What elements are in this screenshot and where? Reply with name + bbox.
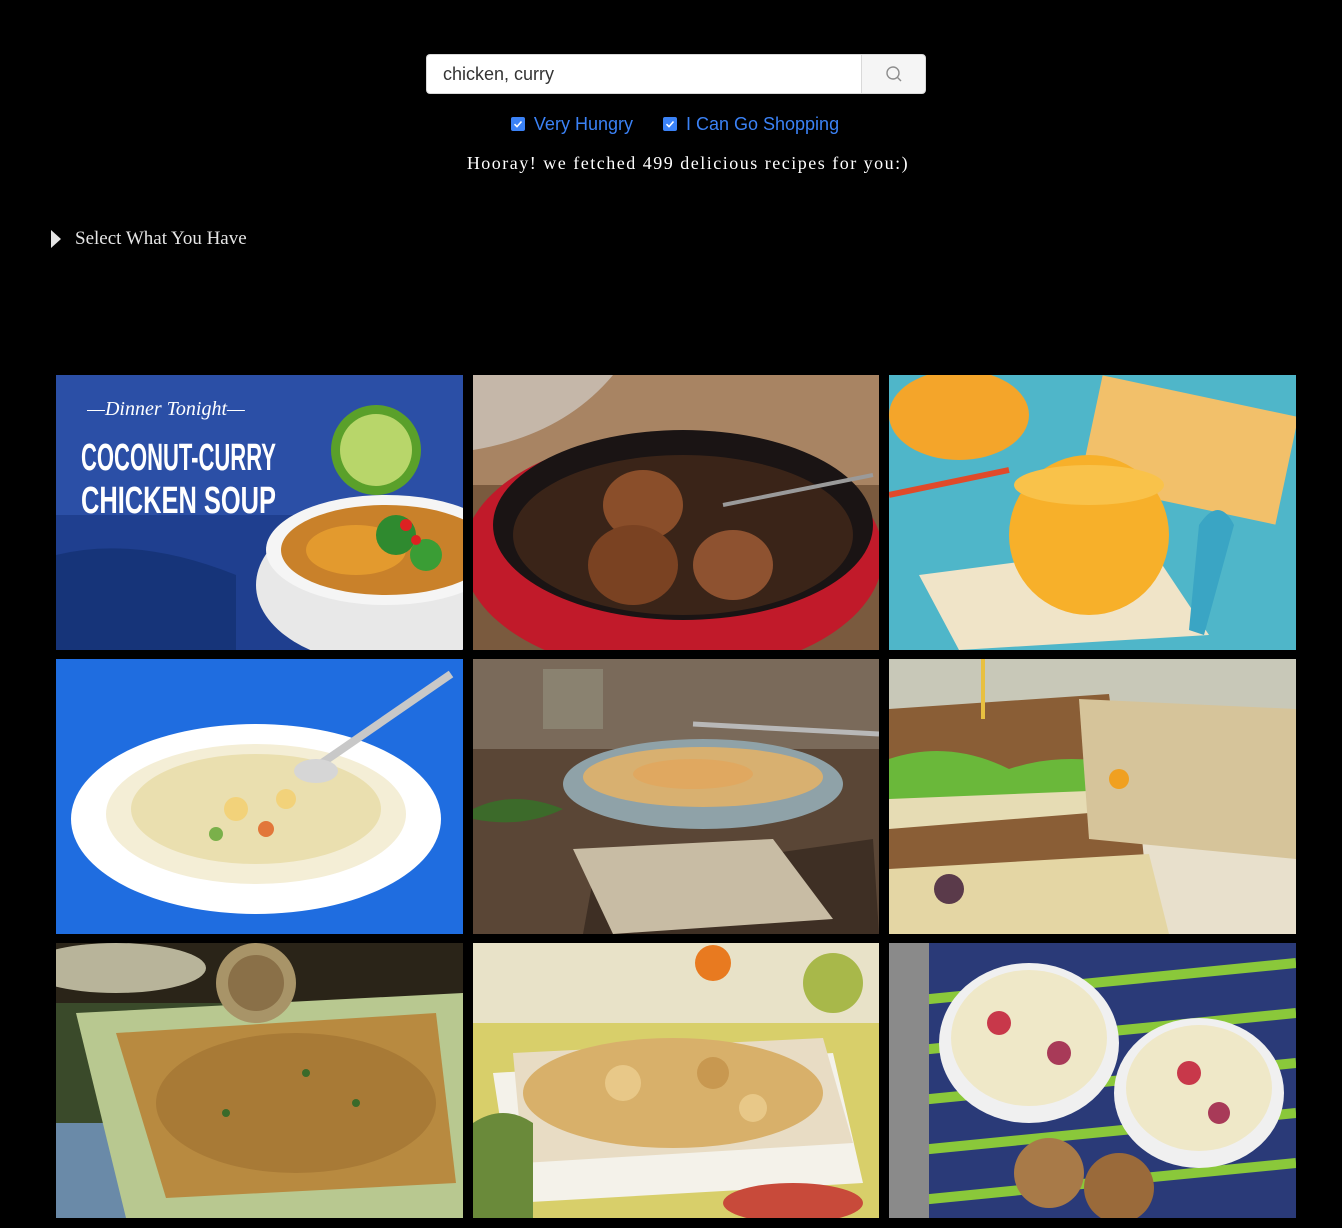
recipe-image [473, 375, 879, 650]
select-what-you-have-label: Select What You Have [75, 228, 247, 249]
recipe-card[interactable]: —Dinner Tonight— COCONUT-CURRY CHICKEN S… [56, 375, 463, 650]
recipe-image [889, 659, 1296, 934]
recipe-card[interactable] [889, 375, 1296, 650]
filter-options: Very Hungry I Can Go Shopping [0, 112, 1342, 136]
recipe-card[interactable] [473, 375, 879, 650]
search-input[interactable] [426, 54, 861, 94]
recipe-overlay-title-line2: CHICKEN SOUP [81, 480, 276, 522]
very-hungry-label[interactable]: Very Hungry [534, 112, 633, 136]
checkbox-checked-icon[interactable] [662, 117, 677, 131]
recipe-card[interactable] [56, 943, 463, 1218]
search-icon [885, 66, 901, 82]
recipe-card[interactable] [889, 659, 1296, 934]
checkbox-checked-icon[interactable] [510, 117, 525, 131]
search-button[interactable] [861, 54, 926, 94]
recipe-image [473, 659, 879, 934]
can-go-shopping-label[interactable]: I Can Go Shopping [686, 112, 839, 136]
can-go-shopping-checkbox[interactable]: I Can Go Shopping [662, 112, 839, 136]
recipe-overlay-tagline: —Dinner Tonight— [86, 398, 245, 420]
recipe-image [889, 943, 1296, 1218]
caret-right-icon [51, 230, 61, 248]
recipe-image [56, 943, 463, 1218]
recipe-image [56, 659, 463, 934]
very-hungry-checkbox[interactable]: Very Hungry [510, 112, 633, 136]
search-bar [426, 54, 926, 94]
recipe-overlay-title-line1: COCONUT-CURRY [81, 437, 276, 479]
select-what-you-have-toggle[interactable]: Select What You Have [51, 228, 247, 250]
recipe-card[interactable] [473, 943, 879, 1218]
results-status: Hooray! we fetched 499 delicious recipes… [466, 153, 910, 173]
recipe-card[interactable] [473, 659, 879, 934]
recipe-grid: —Dinner Tonight— COCONUT-CURRY CHICKEN S… [56, 375, 1296, 1218]
recipe-card[interactable] [889, 943, 1296, 1218]
recipe-image [889, 375, 1296, 650]
recipe-card[interactable] [56, 659, 463, 934]
recipe-image [473, 943, 879, 1218]
recipe-image: —Dinner Tonight— COCONUT-CURRY CHICKEN S… [56, 375, 463, 650]
